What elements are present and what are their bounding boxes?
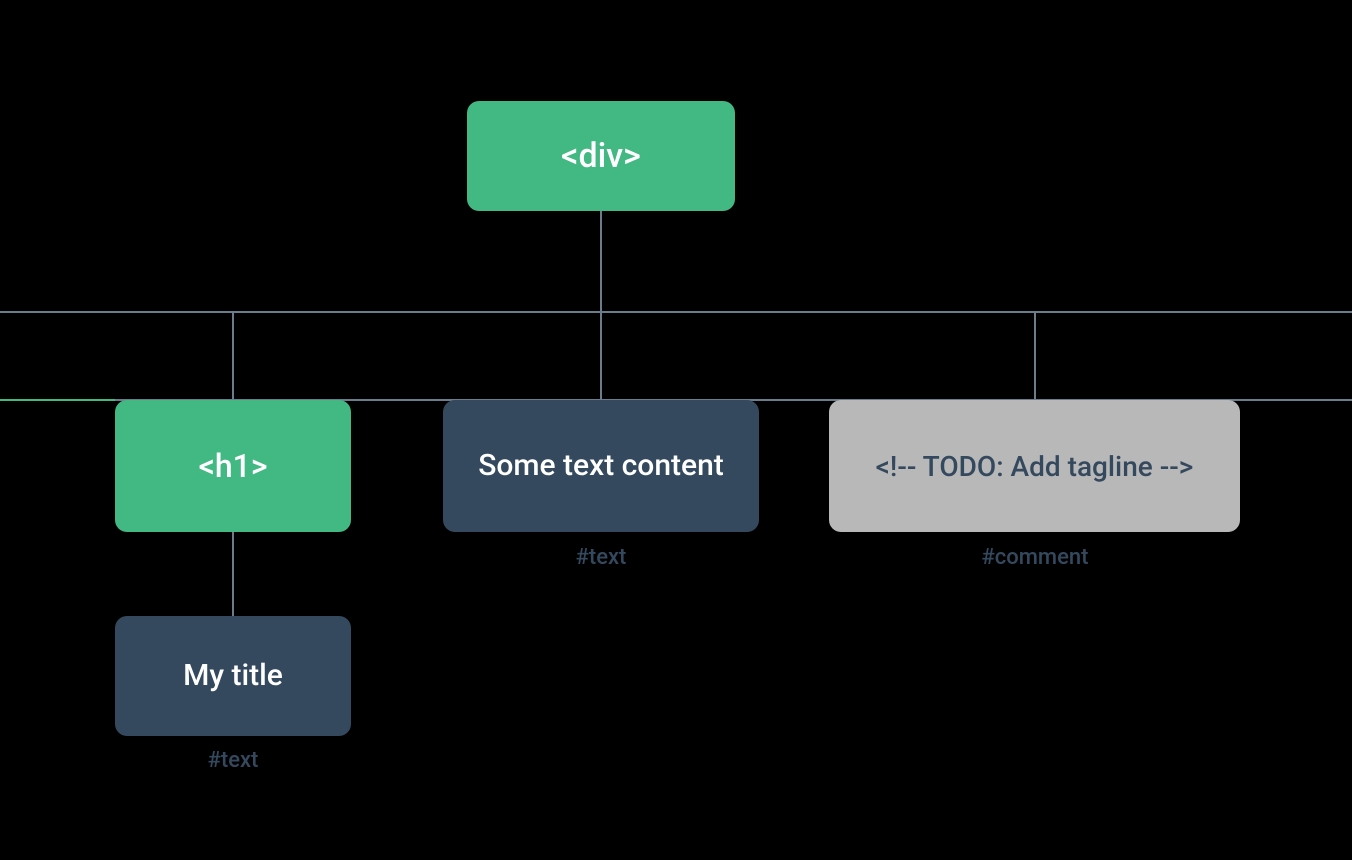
node-text-content: Some text content (443, 400, 759, 532)
caption-my-title: #text (133, 748, 333, 773)
connector-horizontal-left (0, 399, 115, 401)
connector-root-down (600, 211, 602, 312)
caption-comment: #comment (935, 545, 1135, 570)
connector-to-text2 (600, 312, 602, 400)
node-div: <div> (467, 101, 735, 211)
connector-to-h1 (232, 312, 234, 400)
caption-text-content: #text (501, 545, 701, 570)
node-h1: <h1> (115, 400, 351, 532)
node-comment-label: <!-- TODO: Add tagline --> (876, 449, 1194, 484)
node-div-label: <div> (561, 135, 641, 178)
connector-horizontal-main (0, 311, 1352, 313)
connector-h1-to-title (232, 532, 234, 616)
dom-tree-diagram: <div> <h1> Some text content <!-- TODO: … (0, 0, 1352, 860)
node-my-title-label: My title (183, 657, 283, 695)
node-comment: <!-- TODO: Add tagline --> (829, 400, 1240, 532)
node-my-title: My title (115, 616, 351, 736)
node-text-content-label: Some text content (478, 447, 724, 485)
node-h1-label: <h1> (199, 446, 268, 486)
connector-to-comment (1034, 312, 1036, 400)
